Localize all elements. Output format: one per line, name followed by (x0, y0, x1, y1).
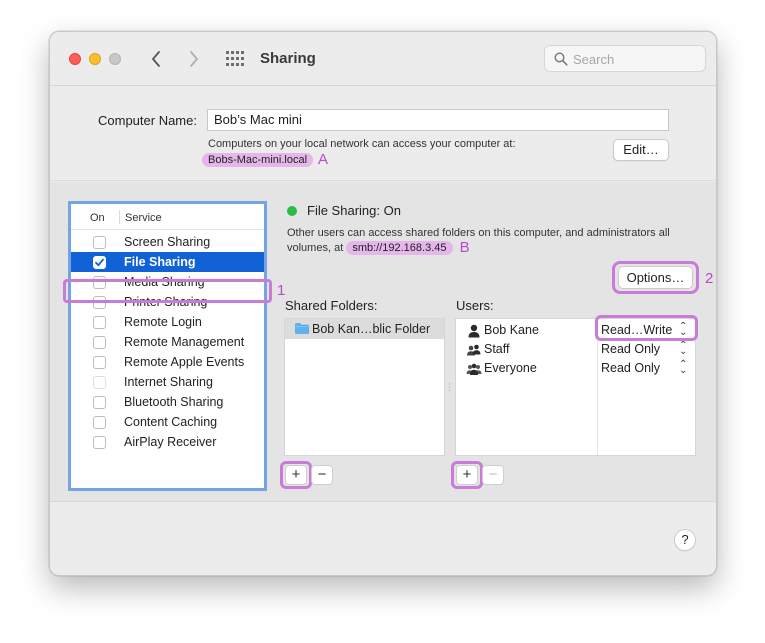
service-label: File Sharing (124, 255, 196, 269)
service-label: Internet Sharing (124, 375, 213, 389)
updown-chevron-icon: ⌃ ⌄ (679, 340, 688, 357)
remove-user-button[interactable]: − (482, 465, 504, 485)
service-checkbox[interactable] (93, 416, 106, 429)
sharing-main-area: On Service Screen Sharing File Sharing Med… (50, 182, 716, 502)
add-user-button[interactable]: + (456, 465, 478, 485)
service-checkbox[interactable] (93, 316, 106, 329)
service-row[interactable]: Screen Sharing (71, 232, 264, 252)
split-view-handle[interactable] (448, 382, 451, 392)
user-name: Bob Kane (484, 323, 539, 337)
computer-name-label: Computer Name: (98, 113, 197, 128)
local-hostname: Bobs-Mac-mini.local (202, 153, 314, 167)
back-button[interactable] (145, 48, 167, 70)
remove-shared-folder-button[interactable]: − (311, 465, 333, 485)
updown-chevron-icon: ⌃ ⌄ (679, 359, 688, 376)
close-window-button[interactable] (69, 53, 81, 65)
service-label: AirPlay Receiver (124, 435, 217, 449)
group-icon (467, 344, 481, 356)
service-label: Content Caching (124, 415, 218, 429)
status-indicator-dot (287, 206, 297, 216)
service-list-header: On Service (71, 204, 264, 230)
header-divider (119, 210, 120, 224)
service-row[interactable]: Remote Login (71, 312, 264, 332)
forward-button[interactable] (183, 48, 205, 70)
annotation-2: 2 (705, 270, 714, 287)
service-row[interactable]: AirPlay Receiver (71, 432, 264, 452)
header-on: On (90, 212, 105, 224)
annotation-ring-file-sharing (63, 279, 272, 303)
edit-hostname-button[interactable]: Edit… (613, 139, 669, 161)
service-row[interactable]: Remote Management (71, 332, 264, 352)
service-checkbox[interactable] (93, 436, 106, 449)
service-label: Remote Management (124, 335, 245, 349)
window-title: Sharing (260, 50, 316, 67)
shared-folder-row[interactable]: Bob Kan…blic Folder (285, 319, 444, 339)
file-sharing-status: File Sharing: On (307, 203, 401, 218)
show-all-grid-icon[interactable] (225, 50, 245, 68)
users-add-remove: + − (456, 465, 504, 485)
service-checkbox[interactable] (93, 396, 106, 409)
chevron-left-icon (152, 51, 160, 67)
computer-name-help-text: Computers on your local network can acce… (208, 138, 516, 150)
service-label: Remote Apple Events (124, 355, 245, 369)
options-button[interactable]: Options… (618, 266, 693, 289)
user-row[interactable]: Everyone Read Only ⌃ ⌄ (456, 359, 695, 378)
search-input[interactable] (573, 50, 698, 68)
service-row[interactable]: Content Caching (71, 412, 264, 432)
service-row[interactable]: File Sharing (71, 252, 264, 272)
service-checkbox[interactable] (93, 356, 106, 369)
checkmark-icon (95, 258, 104, 267)
service-checkbox[interactable] (93, 236, 106, 249)
smb-address: smb://192.168.3.45 (346, 241, 453, 255)
service-list: On Service Screen Sharing File Sharing Med… (68, 201, 267, 491)
annotation-ring-permission (595, 315, 698, 341)
shared-folders-list[interactable]: Bob Kan…blic Folder (284, 318, 445, 456)
shared-folder-name: Bob Kan…blic Folder (312, 322, 431, 336)
user-row[interactable]: Staff Read Only ⌃ ⌄ (456, 340, 695, 359)
permission-select[interactable]: Read Only (601, 361, 660, 375)
title-bar: Sharing (50, 32, 716, 86)
users-label: Users: (456, 298, 494, 313)
annotation-b: B (459, 239, 470, 256)
service-row[interactable]: Internet Sharing (71, 372, 264, 392)
add-shared-folder-button[interactable]: + (285, 465, 307, 485)
computer-name-section: Computer Name: Bob’s Mac mini Computers … (50, 87, 716, 181)
shared-folders-label: Shared Folders: (285, 298, 378, 313)
sharing-window: Sharing Computer Name: Bob’s Mac mini Co… (49, 31, 717, 576)
user-name: Staff (484, 342, 510, 356)
search-field[interactable] (544, 45, 706, 72)
service-checkbox[interactable] (93, 256, 106, 269)
everyone-icon (466, 363, 482, 375)
user-name: Everyone (484, 361, 537, 375)
service-checkbox[interactable] (93, 376, 106, 389)
service-label: Remote Login (124, 315, 202, 329)
computer-name-field[interactable]: Bob’s Mac mini (207, 109, 669, 131)
single-user-icon (468, 324, 480, 338)
header-service: Service (125, 212, 162, 224)
annotation-a: A (318, 151, 329, 168)
zoom-window-button[interactable] (109, 53, 121, 65)
chevron-right-icon (190, 51, 198, 67)
help-button[interactable]: ? (674, 529, 696, 551)
service-label: Screen Sharing (124, 235, 211, 249)
minimize-window-button[interactable] (89, 53, 101, 65)
description-text: Other users can access shared folders on… (287, 227, 670, 254)
service-checkbox[interactable] (93, 336, 106, 349)
file-sharing-description: Other users can access shared folders on… (287, 226, 697, 255)
service-row[interactable]: Bluetooth Sharing (71, 392, 264, 412)
folder-icon (295, 323, 309, 334)
shared-folders-add-remove: + − (285, 465, 333, 485)
annotation-1: 1 (277, 282, 286, 299)
service-row[interactable]: Remote Apple Events (71, 352, 264, 372)
search-icon (554, 52, 568, 66)
permission-select[interactable]: Read Only (601, 342, 660, 356)
service-label: Bluetooth Sharing (124, 395, 224, 409)
